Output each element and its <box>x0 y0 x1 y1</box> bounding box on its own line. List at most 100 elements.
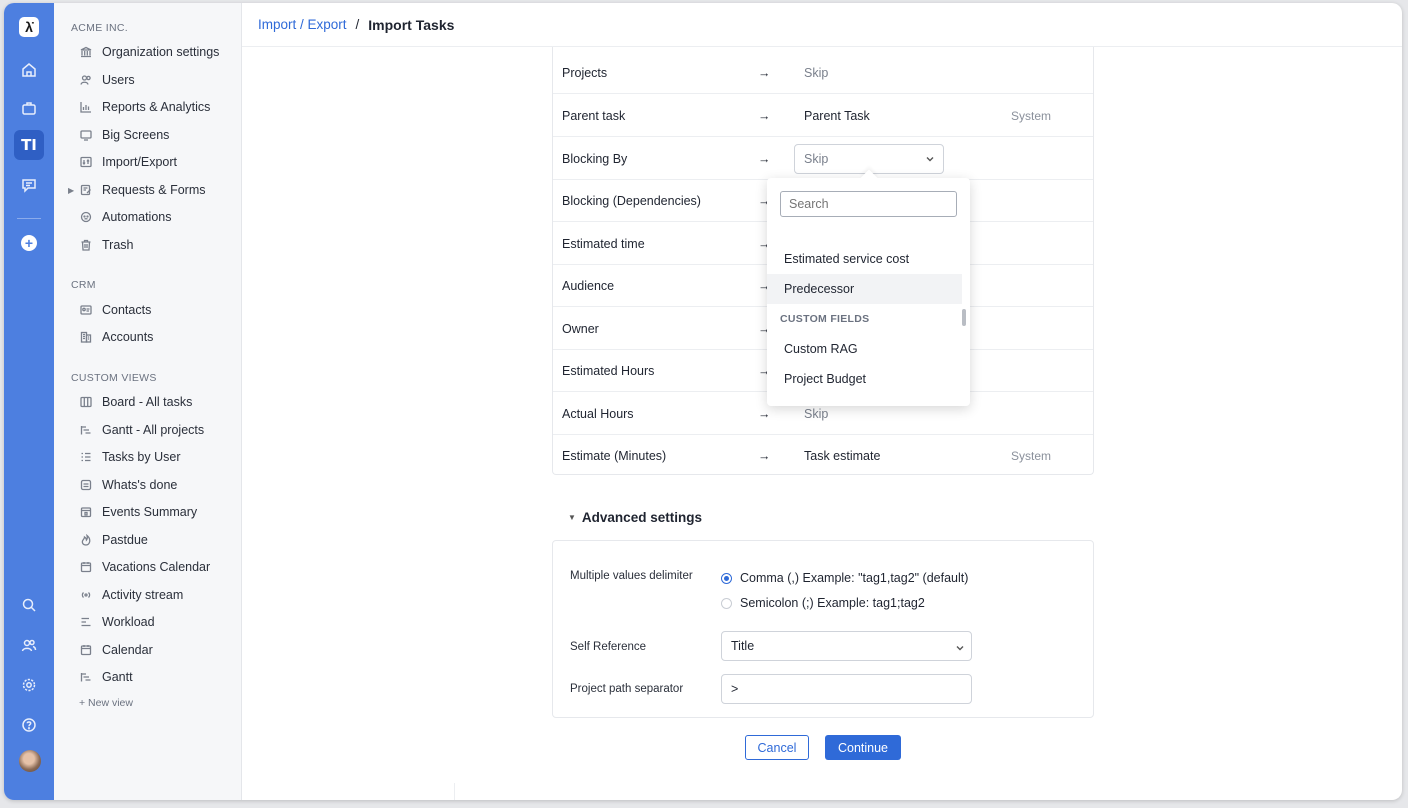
sidebar-item-label: Contacts <box>102 303 152 317</box>
sidebar-item-accounts[interactable]: Accounts <box>79 327 153 347</box>
dropdown-search-input[interactable] <box>780 191 957 217</box>
source-field: Audience <box>562 278 615 293</box>
trash-icon <box>79 238 93 252</box>
input-value: > <box>731 682 739 696</box>
briefcase-icon[interactable] <box>17 96 41 120</box>
sidebar-item-vacations-calendar[interactable]: Vacations Calendar <box>79 557 210 577</box>
source-field: Estimated time <box>562 236 645 251</box>
sidebar-item-users[interactable]: Users <box>79 70 135 90</box>
sidebar-item-requests-forms[interactable]: Requests & Forms <box>79 180 206 200</box>
sidebar-item-calendar[interactable]: Calendar <box>79 640 153 660</box>
sidebar-item-label: Import/Export <box>102 155 178 169</box>
sidebar-item-import-export[interactable]: Import/Export <box>79 152 177 172</box>
cancel-button[interactable]: Cancel <box>745 735 809 760</box>
self-reference-select[interactable]: Title <box>721 631 972 661</box>
calendar-icon <box>79 560 93 574</box>
arrow-icon: → <box>758 406 771 421</box>
icon-rail: λ̇ TI + <box>4 3 54 800</box>
settings-icon[interactable] <box>17 673 41 697</box>
form-icon <box>79 183 93 197</box>
dropdown-option[interactable]: Project Budget <box>767 364 962 394</box>
target-field[interactable]: Skip <box>804 66 828 80</box>
collapse-triangle-icon: ▼ <box>568 513 576 522</box>
sidebar-item-reports[interactable]: Reports & Analytics <box>79 97 210 117</box>
source-field: Actual Hours <box>562 406 634 421</box>
gantt-icon <box>79 670 93 684</box>
radio-comma[interactable]: Comma (,) Example: "tag1,tag2" (default) <box>721 571 968 585</box>
broadcast-icon <box>79 588 93 602</box>
sidebar-item-label: Accounts <box>102 330 154 344</box>
sidebar-item-label: Gantt <box>102 670 133 684</box>
users-icon <box>79 73 93 87</box>
avatar[interactable] <box>19 750 41 772</box>
sidebar-item-activity-stream[interactable]: Activity stream <box>79 585 183 605</box>
expand-caret-icon[interactable]: ▶ <box>68 186 74 195</box>
path-separator-label: Project path separator <box>570 683 684 695</box>
dropdown-option[interactable]: Predecessor <box>767 274 962 304</box>
arrow-icon: → <box>758 151 771 166</box>
sidebar-item-label: Users <box>102 73 135 87</box>
add-icon[interactable]: + <box>17 231 41 255</box>
sidebar-item-contacts[interactable]: Contacts <box>79 300 151 320</box>
table-row: Estimate (Minutes) → Task estimate Syste… <box>553 435 1093 477</box>
people-icon[interactable] <box>17 633 41 657</box>
sidebar-item-whats-done[interactable]: Whats's done <box>79 475 177 495</box>
contact-card-icon <box>79 303 93 317</box>
tv-icon <box>79 128 93 142</box>
table-row: Parent task → Parent Task System <box>553 95 1093 137</box>
sidebar-item-big-screens[interactable]: Big Screens <box>79 125 169 145</box>
sidebar-item-label: Workload <box>102 615 155 629</box>
target-field[interactable]: Parent Task <box>804 109 870 123</box>
logo-icon[interactable]: λ̇ <box>19 17 39 37</box>
dropdown-option[interactable]: Custom RAG <box>767 334 962 364</box>
advanced-settings-toggle[interactable]: ▼ Advanced settings <box>568 510 702 525</box>
sidebar-item-pastdue[interactable]: Pastdue <box>79 530 148 550</box>
radio-label: Semicolon (;) Example: tag1;tag2 <box>740 596 925 610</box>
search-icon[interactable] <box>17 593 41 617</box>
delimiter-label: Multiple values delimiter <box>570 570 693 582</box>
chat-icon[interactable] <box>17 173 41 197</box>
sidebar-item-label: Organization settings <box>102 45 220 59</box>
dropdown-scrollbar[interactable] <box>962 309 966 326</box>
radio-unselected-icon <box>721 597 732 609</box>
bank-icon <box>79 45 93 59</box>
sidebar-item-trash[interactable]: Trash <box>79 235 134 255</box>
sidebar-item-board-all-tasks[interactable]: Board - All tasks <box>79 392 192 412</box>
sidebar-item-tasks-by-user[interactable]: Tasks by User <box>79 447 181 467</box>
sidebar-item-label: Big Screens <box>102 128 170 142</box>
sidebar-item-events-summary[interactable]: Events Summary <box>79 502 197 522</box>
target-field[interactable]: Skip <box>804 407 828 421</box>
radio-semicolon[interactable]: Semicolon (;) Example: tag1;tag2 <box>721 596 925 610</box>
path-separator-input[interactable]: > <box>721 674 972 704</box>
sidebar-item-gantt[interactable]: Gantt <box>79 667 133 687</box>
sidebar-item-label: Vacations Calendar <box>102 560 211 574</box>
system-badge: System <box>1011 449 1052 463</box>
new-view-link[interactable]: + New view <box>79 697 133 709</box>
dropdown-option[interactable]: Estimated service cost <box>767 244 962 274</box>
radio-selected-icon <box>721 572 732 584</box>
source-field: Projects <box>562 65 608 80</box>
target-field[interactable]: Task estimate <box>804 449 880 463</box>
chevron-down-icon <box>925 153 935 163</box>
breadcrumb-link[interactable]: Import / Export <box>258 17 347 32</box>
page-title: Import Tasks <box>368 16 455 33</box>
section-title-org: ACME INC. <box>71 22 128 34</box>
list-icon <box>79 450 93 464</box>
sidebar-item-label: Activity stream <box>102 588 184 602</box>
source-field: Blocking By <box>562 151 628 166</box>
sidebar-item-gantt-all-projects[interactable]: Gantt - All projects <box>79 420 204 440</box>
chart-icon <box>79 100 93 114</box>
help-icon[interactable] <box>17 713 41 737</box>
sidebar-item-label: Requests & Forms <box>102 183 206 197</box>
sidebar-item-automations[interactable]: Automations <box>79 207 171 227</box>
sidebar-item-workload[interactable]: Workload <box>79 612 155 632</box>
gantt-icon <box>79 423 93 437</box>
continue-button[interactable]: Continue <box>825 735 901 760</box>
sidebar-item-label: Calendar <box>102 643 153 657</box>
sidebar-item-organization-settings[interactable]: Organization settings <box>79 42 219 62</box>
doc-icon <box>79 478 93 492</box>
source-field: Owner <box>562 321 599 336</box>
arrow-icon: → <box>758 449 771 463</box>
home-icon[interactable] <box>17 58 41 82</box>
tasks-icon[interactable]: TI <box>14 130 44 160</box>
